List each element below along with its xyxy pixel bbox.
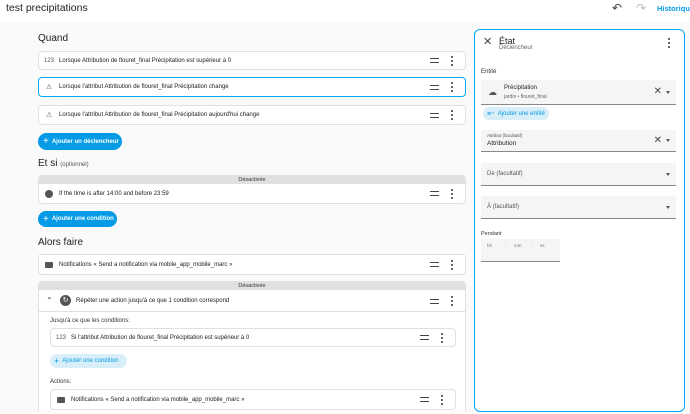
nested-action-text: Notifications « Send a notification via … bbox=[71, 396, 245, 403]
to-state-select[interactable]: À (facultatif) bbox=[481, 196, 676, 219]
undo-icon[interactable]: ↶ bbox=[612, 1, 622, 15]
seconds-field[interactable]: ss bbox=[540, 243, 545, 248]
until-label: Jusqu'à ce que les conditions: bbox=[50, 318, 130, 324]
warning-icon: ⚠ bbox=[45, 112, 53, 119]
clear-entity-icon[interactable]: ✕ bbox=[654, 87, 662, 97]
attribute-label: Attribut (facultatif) bbox=[487, 133, 523, 138]
page-title: test precipitations bbox=[6, 2, 88, 14]
trigger-text: Lorsque l'attribut Attribution de floure… bbox=[59, 112, 260, 118]
conditions-title-text: Et si bbox=[38, 158, 58, 169]
repeat-icon: ↻ bbox=[60, 295, 71, 306]
condition-text: If the time is after 14:00 and before 23… bbox=[59, 190, 169, 197]
panel-more-menu-icon[interactable] bbox=[668, 38, 670, 48]
trigger-row[interactable]: 123 Lorsque Attribution de flouret_final… bbox=[38, 51, 466, 70]
actions-label: Actions: bbox=[50, 379, 72, 385]
add-until-condition-button[interactable]: + Ajouter une condition bbox=[50, 354, 127, 368]
more-menu-icon[interactable] bbox=[451, 110, 453, 120]
repeat-header[interactable]: ⌃ ↻ Répéter une action jusqu'à ce que 1 … bbox=[39, 291, 465, 311]
actions-section-title: Alors faire bbox=[38, 237, 84, 248]
conditions-section-title: Et si (optionnel) bbox=[38, 158, 89, 169]
drag-handle-icon[interactable] bbox=[420, 335, 429, 340]
trigger-row-selected[interactable]: ⚠ Lorsque l'attribut Attribution de flou… bbox=[38, 77, 466, 97]
attribute-select[interactable]: Attribut (facultatif) Attribution ✕ bbox=[481, 130, 676, 152]
drag-handle-icon[interactable] bbox=[430, 112, 439, 118]
duration-input[interactable]: hh : mm : ss bbox=[481, 239, 560, 262]
trigger-text: Lorsque Attribution de flouret_final Pré… bbox=[59, 57, 232, 64]
add-trigger-label: Ajouter un déclencheur bbox=[51, 138, 119, 145]
add-condition-label: Ajouter une condition bbox=[51, 216, 114, 222]
clock-icon bbox=[43, 184, 55, 203]
numeric-icon: 123 bbox=[55, 334, 66, 341]
more-menu-icon[interactable] bbox=[441, 332, 443, 343]
disabled-banner: Désactivée bbox=[39, 282, 465, 290]
drag-handle-icon[interactable] bbox=[430, 262, 439, 267]
drag-handle-icon[interactable] bbox=[430, 298, 439, 304]
add-entity-label: Ajouter une entité bbox=[497, 110, 545, 117]
more-menu-icon[interactable] bbox=[451, 259, 453, 270]
action-text: Notifications « Send a notification via … bbox=[59, 261, 233, 268]
until-condition-text: Si l'attribut Attribution de flouret_fin… bbox=[71, 334, 250, 341]
plus-icon: + bbox=[43, 213, 49, 225]
add-condition-button[interactable]: + Ajouter une condition bbox=[38, 211, 117, 227]
drag-handle-icon[interactable] bbox=[430, 84, 439, 90]
redo-icon[interactable]: ↷ bbox=[636, 1, 646, 15]
attribute-value: Attribution bbox=[487, 140, 517, 147]
triggers-section-title: Quand bbox=[38, 33, 69, 44]
add-list-icon: ≡⁺ bbox=[487, 110, 495, 118]
chevron-up-icon[interactable]: ⌃ bbox=[46, 296, 53, 305]
numeric-icon: 123 bbox=[43, 57, 54, 64]
from-placeholder: De (facultatif) bbox=[487, 171, 523, 177]
separator: : bbox=[505, 243, 507, 248]
cloud-download-icon: ☁ bbox=[488, 87, 497, 97]
history-button[interactable]: Historique d bbox=[657, 4, 690, 13]
entity-name: Précipitation bbox=[504, 85, 538, 91]
entity-sub: jardin • flouret_final bbox=[504, 94, 547, 100]
more-menu-icon[interactable] bbox=[441, 394, 443, 405]
chevron-down-icon[interactable] bbox=[666, 139, 670, 142]
nested-action-row[interactable]: Notifications « Send a notification via … bbox=[50, 389, 456, 410]
chevron-down-icon[interactable] bbox=[666, 205, 670, 209]
divider bbox=[38, 311, 466, 312]
add-entity-button[interactable]: ≡⁺ Ajouter une entité bbox=[483, 107, 549, 120]
separator: : bbox=[532, 243, 534, 248]
trigger-row[interactable]: ⚠ Lorsque l'attribut Attribution de flou… bbox=[38, 105, 466, 125]
chevron-down-icon[interactable] bbox=[666, 172, 670, 176]
top-bar bbox=[0, 0, 690, 22]
more-menu-icon[interactable] bbox=[451, 188, 453, 199]
warning-icon: ⚠ bbox=[45, 84, 53, 91]
panel-subtitle: Déclencheur bbox=[499, 45, 533, 51]
message-icon bbox=[55, 390, 67, 409]
condition-card[interactable]: Désactivée If the time is after 14:00 an… bbox=[38, 175, 466, 204]
trigger-text: Lorsque l'attribut Attribution de floure… bbox=[59, 84, 229, 90]
more-menu-icon[interactable] bbox=[451, 55, 453, 66]
drag-handle-icon[interactable] bbox=[430, 191, 439, 196]
minutes-field[interactable]: mm bbox=[514, 243, 522, 248]
add-until-condition-label: Ajouter une condition bbox=[62, 358, 119, 364]
message-icon bbox=[43, 255, 55, 274]
plus-icon: + bbox=[43, 136, 49, 147]
repeat-text: Répéter une action jusqu'à ce que 1 cond… bbox=[76, 298, 230, 304]
hours-field[interactable]: hh bbox=[487, 243, 492, 248]
more-menu-icon[interactable] bbox=[451, 82, 453, 92]
add-trigger-button[interactable]: + Ajouter un déclencheur bbox=[38, 133, 122, 150]
close-icon[interactable]: ✕ bbox=[483, 37, 492, 48]
more-menu-icon[interactable] bbox=[451, 296, 453, 306]
chevron-down-icon[interactable] bbox=[666, 90, 670, 94]
drag-handle-icon[interactable] bbox=[430, 58, 439, 63]
to-placeholder: À (facultatif) bbox=[487, 204, 520, 210]
entity-label: Entité bbox=[481, 69, 497, 75]
optional-label: (optionnel) bbox=[60, 162, 89, 168]
entity-picker[interactable]: ☁ Précipitation jardin • flouret_final ✕ bbox=[481, 80, 676, 105]
trigger-editor-panel: ✕ État Déclencheur Entité ☁ Précipitatio… bbox=[474, 29, 685, 412]
clear-attribute-icon[interactable]: ✕ bbox=[654, 136, 662, 146]
duration-label: Pendant bbox=[481, 231, 502, 237]
action-row[interactable]: Notifications « Send a notification via … bbox=[38, 254, 466, 275]
until-condition-row[interactable]: 123 Si l'attribut Attribution de flouret… bbox=[50, 328, 456, 347]
drag-handle-icon[interactable] bbox=[420, 397, 429, 402]
from-state-select[interactable]: De (facultatif) bbox=[481, 163, 676, 186]
disabled-banner: Désactivée bbox=[39, 176, 465, 184]
plus-icon: + bbox=[54, 356, 60, 366]
